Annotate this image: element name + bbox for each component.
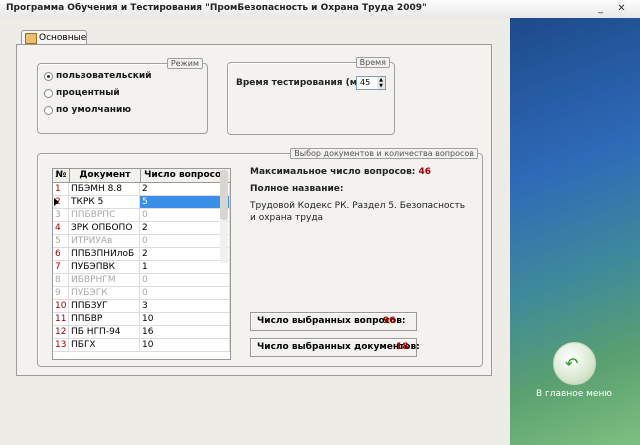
row-number[interactable]: 6 (53, 248, 69, 261)
table-row[interactable]: 1 ПБЭМН 8.8 2 (53, 183, 230, 196)
mode-group: Режим пользовательский процентный по умо… (37, 58, 208, 134)
spin-arrows-icon[interactable]: ▲ ▼ (377, 77, 385, 89)
table-row[interactable]: 10 ППБЗУГ 3 (53, 300, 230, 313)
row-number[interactable]: 13 (53, 339, 69, 352)
row-count[interactable]: 16 (140, 326, 230, 339)
test-time-value: 45 (360, 78, 371, 87)
current-row-arrow-icon (54, 198, 59, 206)
row-number[interactable]: 11 (53, 313, 69, 326)
full-name-value: Трудовой Кодекс РК. Раздел 5. Безопаснос… (250, 201, 466, 223)
radio-percent-mode[interactable]: процентный (44, 88, 120, 100)
row-count[interactable]: 2 (140, 183, 230, 196)
row-document[interactable]: ППБВР (69, 313, 140, 326)
table-row[interactable]: 13 ПБГХ 10 (53, 339, 230, 352)
window-title: Программа Обучения и Тестирования "ПромБ… (6, 3, 427, 13)
minimize-button[interactable]: _ (592, 2, 609, 15)
row-number[interactable]: 9 (53, 287, 69, 300)
row-number[interactable]: 12 (53, 326, 69, 339)
table-scrollbar[interactable] (220, 170, 228, 263)
row-document[interactable]: ПУБЭГК (69, 287, 140, 300)
tab-panel: Режим пользовательский процентный по умо… (16, 44, 492, 376)
full-name-label: Полное название: (250, 184, 344, 194)
row-document[interactable]: ППБЗУГ (69, 300, 140, 313)
main-menu-button[interactable]: ↶ (553, 342, 596, 385)
row-number[interactable]: 7 (53, 261, 69, 274)
max-questions-value: 46 (418, 167, 432, 177)
row-number[interactable]: 1 (53, 183, 69, 196)
documents-group: Выбор документов и количества вопросов №… (37, 148, 483, 367)
documents-group-title: Выбор документов и количества вопросов (290, 148, 478, 159)
row-count[interactable]: 0 (140, 274, 230, 287)
radio-default-mode[interactable]: по умолчанию (44, 105, 131, 117)
row-number[interactable]: 5 (53, 235, 69, 248)
column-header-count[interactable]: Число вопросов (141, 169, 230, 182)
column-header-document[interactable]: Документ (70, 169, 142, 182)
radio-empty-icon (44, 105, 53, 115)
close-button[interactable]: ✕ (613, 2, 630, 15)
selected-questions-value: 96 (383, 316, 396, 326)
row-document[interactable]: ПБЭМН 8.8 (69, 183, 140, 196)
table-row[interactable]: 4 ЗРК ОПБОПО 2 (53, 222, 230, 235)
table-row[interactable]: 9 ПУБЭГК 0 (53, 287, 230, 300)
main-menu-label[interactable]: В главное меню (536, 389, 612, 399)
row-count[interactable]: 10 (140, 313, 230, 326)
radio-user-mode[interactable]: пользовательский (44, 71, 152, 83)
row-count[interactable]: 2 (140, 248, 230, 261)
row-document[interactable]: ППБЗПНИлоБ (69, 248, 140, 261)
selected-documents-box: Число выбранных документов: 18 (250, 338, 420, 357)
row-count[interactable]: 2 (140, 222, 230, 235)
selected-questions-box: Число выбранных вопросов: 96 (250, 312, 417, 331)
row-document[interactable]: ППБВРПС (69, 209, 140, 222)
selected-documents-value: 18 (396, 342, 409, 352)
max-questions-label: Максимальное число вопросов: 46 (250, 167, 432, 177)
row-count[interactable]: 5 (140, 196, 230, 209)
row-document[interactable]: ЗРК ОПБОПО (69, 222, 140, 235)
table-header: № Документ Число вопросов (53, 169, 230, 183)
mode-group-title: Режим (166, 58, 203, 69)
row-number[interactable]: 3 (53, 209, 69, 222)
row-document[interactable]: ПБ НГП-94 (69, 326, 140, 339)
table-row[interactable]: 11 ППБВР 10 (53, 313, 230, 326)
row-count[interactable]: 10 (140, 339, 230, 352)
table-row[interactable]: 3 ППБВРПС 0 (53, 209, 230, 222)
row-number[interactable]: 4 (53, 222, 69, 235)
table-row[interactable]: 5 ИТРИУАв 0 (53, 235, 230, 248)
row-count[interactable]: 0 (140, 287, 230, 300)
documents-table[interactable]: № Документ Число вопросов 1 ПБЭМН 8.8 2 2 ТК… (52, 168, 231, 360)
time-group-title: Время (355, 57, 390, 68)
column-header-num[interactable]: № (53, 169, 70, 182)
tab-label: Основные (39, 33, 87, 43)
row-document[interactable]: ПБГХ (69, 339, 140, 352)
row-count[interactable]: 1 (140, 261, 230, 274)
row-document[interactable]: ТКРК 5 (69, 196, 140, 209)
scroll-thumb[interactable] (220, 170, 228, 220)
row-document[interactable]: ИБВРНГМ (69, 274, 140, 287)
back-arrow-icon: ↶ (565, 354, 579, 373)
table-row[interactable]: 7 ПУБЭПВК 1 (53, 261, 230, 274)
table-row[interactable]: 12 ПБ НГП-94 16 (53, 326, 230, 339)
row-count[interactable]: 3 (140, 300, 230, 313)
table-row[interactable]: 8 ИБВРНГМ 0 (53, 274, 230, 287)
radio-empty-icon (44, 88, 53, 98)
title-bar: Программа Обучения и Тестирования "ПромБ… (0, 0, 640, 19)
row-number[interactable]: 10 (53, 300, 69, 313)
row-count[interactable]: 0 (140, 209, 230, 222)
table-row[interactable]: 6 ППБЗПНИлоБ 2 (53, 248, 230, 261)
radio-selected-icon (44, 71, 53, 81)
test-time-spinner[interactable]: 45 ▲ ▼ (356, 76, 386, 90)
table-row[interactable]: 2 ТКРК 55 (53, 196, 230, 209)
row-document[interactable]: ИТРИУАв (69, 235, 140, 248)
row-number[interactable]: 8 (53, 274, 69, 287)
row-count[interactable]: 0 (140, 235, 230, 248)
row-document[interactable]: ПУБЭПВК (69, 261, 140, 274)
time-group: Время Время тестирования (мин): 45 ▲ ▼ (227, 57, 395, 135)
settings-icon (25, 33, 37, 44)
